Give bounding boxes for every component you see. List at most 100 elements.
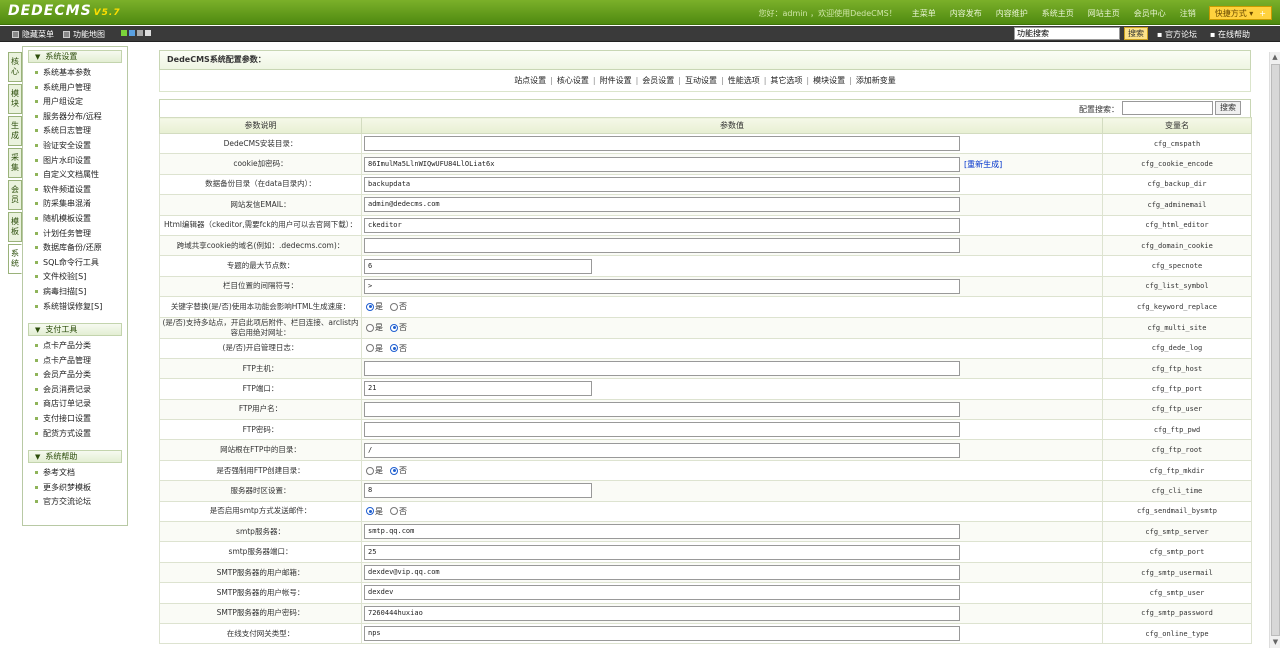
param-value-input[interactable]: 6 [364,258,592,274]
nav-content-publish[interactable]: 内容发布 [950,8,982,19]
radio-no[interactable] [390,302,398,311]
menu-item[interactable]: 计划任务管理 [35,227,127,242]
help-link[interactable]: ▪ 在线帮助 [1210,29,1250,40]
scroll-thumb[interactable] [1271,64,1280,636]
menu-item[interactable]: 点卡产品管理 [35,354,127,369]
param-value-input[interactable]: nps [364,626,960,642]
menu-item[interactable]: 系统错误修复[S] [35,300,127,315]
radio-no[interactable] [390,466,398,475]
menu-item[interactable]: 配货方式设置 [35,427,127,442]
tab-core[interactable]: 核心 [8,52,22,82]
radio-yes[interactable] [366,466,374,475]
skin-white[interactable] [145,30,151,36]
menu-item[interactable]: SQL命令行工具 [35,256,127,271]
regenerate-link[interactable]: [重新生成] [964,159,1002,170]
menu-item[interactable]: 会员消费记录 [35,383,127,398]
param-value-input[interactable]: smtp.qq.com [364,524,960,540]
config-tab[interactable]: 其它选项 [770,76,802,85]
skin-blue[interactable] [129,30,135,36]
tab-collect[interactable]: 采集 [8,148,22,178]
nav-logout[interactable]: 注销 [1180,8,1196,19]
menu-item[interactable]: 系统基本参数 [35,66,127,81]
menu-item[interactable]: 自定义文档属性 [35,168,127,183]
param-value-input[interactable]: 7260444huxiao [364,605,960,621]
menu-item[interactable]: 更多织梦模板 [35,481,127,496]
menu-item[interactable]: 点卡产品分类 [35,339,127,354]
param-value-input[interactable]: ckeditor [364,217,960,233]
config-tab[interactable]: 站点设置 [514,76,546,85]
menu-group-header[interactable]: ▼ 支付工具 [28,323,122,337]
menu-group-header[interactable]: ▼ 系统帮助 [28,450,122,464]
function-search-input[interactable]: 功能搜索 [1014,27,1120,40]
config-tab[interactable]: 模块设置 [813,76,845,85]
tab-module[interactable]: 模块 [8,84,22,114]
skin-green[interactable] [121,30,127,36]
function-map-button[interactable]: 功能地图 [63,29,105,40]
menu-item[interactable]: 随机模板设置 [35,212,127,227]
param-value-input[interactable]: 21 [364,381,592,397]
tab-template[interactable]: 模板 [8,212,22,242]
menu-item[interactable]: 验证安全设置 [35,139,127,154]
nav-content-maintain[interactable]: 内容维护 [996,8,1028,19]
menu-item[interactable]: 系统日志管理 [35,124,127,139]
config-tab[interactable]: 附件设置 [600,76,632,85]
tab-system[interactable]: 系统 [8,244,22,274]
menu-item[interactable]: 文件校验[S] [35,270,127,285]
config-search-button[interactable]: 搜索 [1215,101,1241,115]
radio-yes[interactable] [366,323,374,332]
skin-gray[interactable] [137,30,143,36]
config-tab[interactable]: 核心设置 [557,76,589,85]
scroll-up-icon[interactable]: ▲ [1270,52,1280,63]
param-value-input[interactable]: dexdev@vip.qq.com [364,565,960,580]
param-value-input[interactable] [364,401,960,417]
menu-item[interactable]: 会员产品分类 [35,368,127,383]
config-tab[interactable]: 会员设置 [642,76,674,85]
radio-yes[interactable] [366,302,374,311]
nav-system-home[interactable]: 系统主页 [1042,8,1074,19]
param-value-input[interactable] [364,238,960,254]
menu-item[interactable]: 支付接口设置 [35,412,127,427]
param-value-input[interactable] [364,361,960,377]
tab-member[interactable]: 会员 [8,180,22,210]
menu-group-header[interactable]: ▼ 系统设置 [28,50,122,63]
menu-item[interactable]: 参考文档 [35,466,127,481]
param-value-input[interactable] [364,136,960,152]
config-tab[interactable]: 性能选项 [728,76,760,85]
param-value-input[interactable]: dexdev [364,585,960,601]
menu-item[interactable]: 官方交流论坛 [35,495,127,510]
param-value-input[interactable]: 25 [364,544,960,560]
param-value-input[interactable]: 86ImulMa5LlnWIQwUFU84LlOLiat6x [364,156,960,172]
config-tab[interactable]: 互动设置 [685,76,717,85]
menu-item[interactable]: 服务器分布/远程 [35,110,127,125]
param-value-input[interactable]: > [364,278,960,294]
nav-main-menu[interactable]: 主菜单 [912,8,936,19]
menu-item[interactable]: 防采集串混淆 [35,197,127,212]
skin-switcher[interactable] [121,30,151,36]
menu-item[interactable]: 商店订单记录 [35,397,127,412]
param-value-input[interactable] [364,422,960,438]
hide-menu-button[interactable]: 隐藏菜单 [12,29,54,40]
nav-member-center[interactable]: 会员中心 [1134,8,1166,19]
scroll-down-icon[interactable]: ▼ [1270,637,1280,648]
radio-no[interactable] [390,323,398,332]
radio-yes[interactable] [366,507,374,516]
radio-no[interactable] [390,507,398,516]
param-value-input[interactable]: / [364,442,960,458]
menu-item[interactable]: 软件频道设置 [35,183,127,198]
config-tab[interactable]: 添加新变量 [856,76,896,85]
menu-item[interactable]: 病毒扫描[S] [35,285,127,300]
radio-no[interactable] [390,344,398,353]
function-search-button[interactable]: 搜索 [1124,27,1148,40]
menu-item[interactable]: 数据库备份/还原 [35,241,127,256]
param-value-input[interactable]: backupdata [364,176,960,192]
radio-yes[interactable] [366,344,374,353]
param-value-input[interactable]: 8 [364,483,592,499]
forum-link[interactable]: ▪ 官方论坛 [1157,29,1197,40]
quick-shortcut-button[interactable]: 快捷方式 ▾ + [1208,6,1272,20]
nav-site-home[interactable]: 网站主页 [1088,8,1120,19]
menu-item[interactable]: 系统用户管理 [35,81,127,96]
config-search-input[interactable] [1122,101,1213,115]
menu-item[interactable]: 用户组设定 [35,95,127,110]
menu-item[interactable]: 图片水印设置 [35,154,127,169]
param-value-input[interactable]: admin@dedecms.com [364,197,960,213]
